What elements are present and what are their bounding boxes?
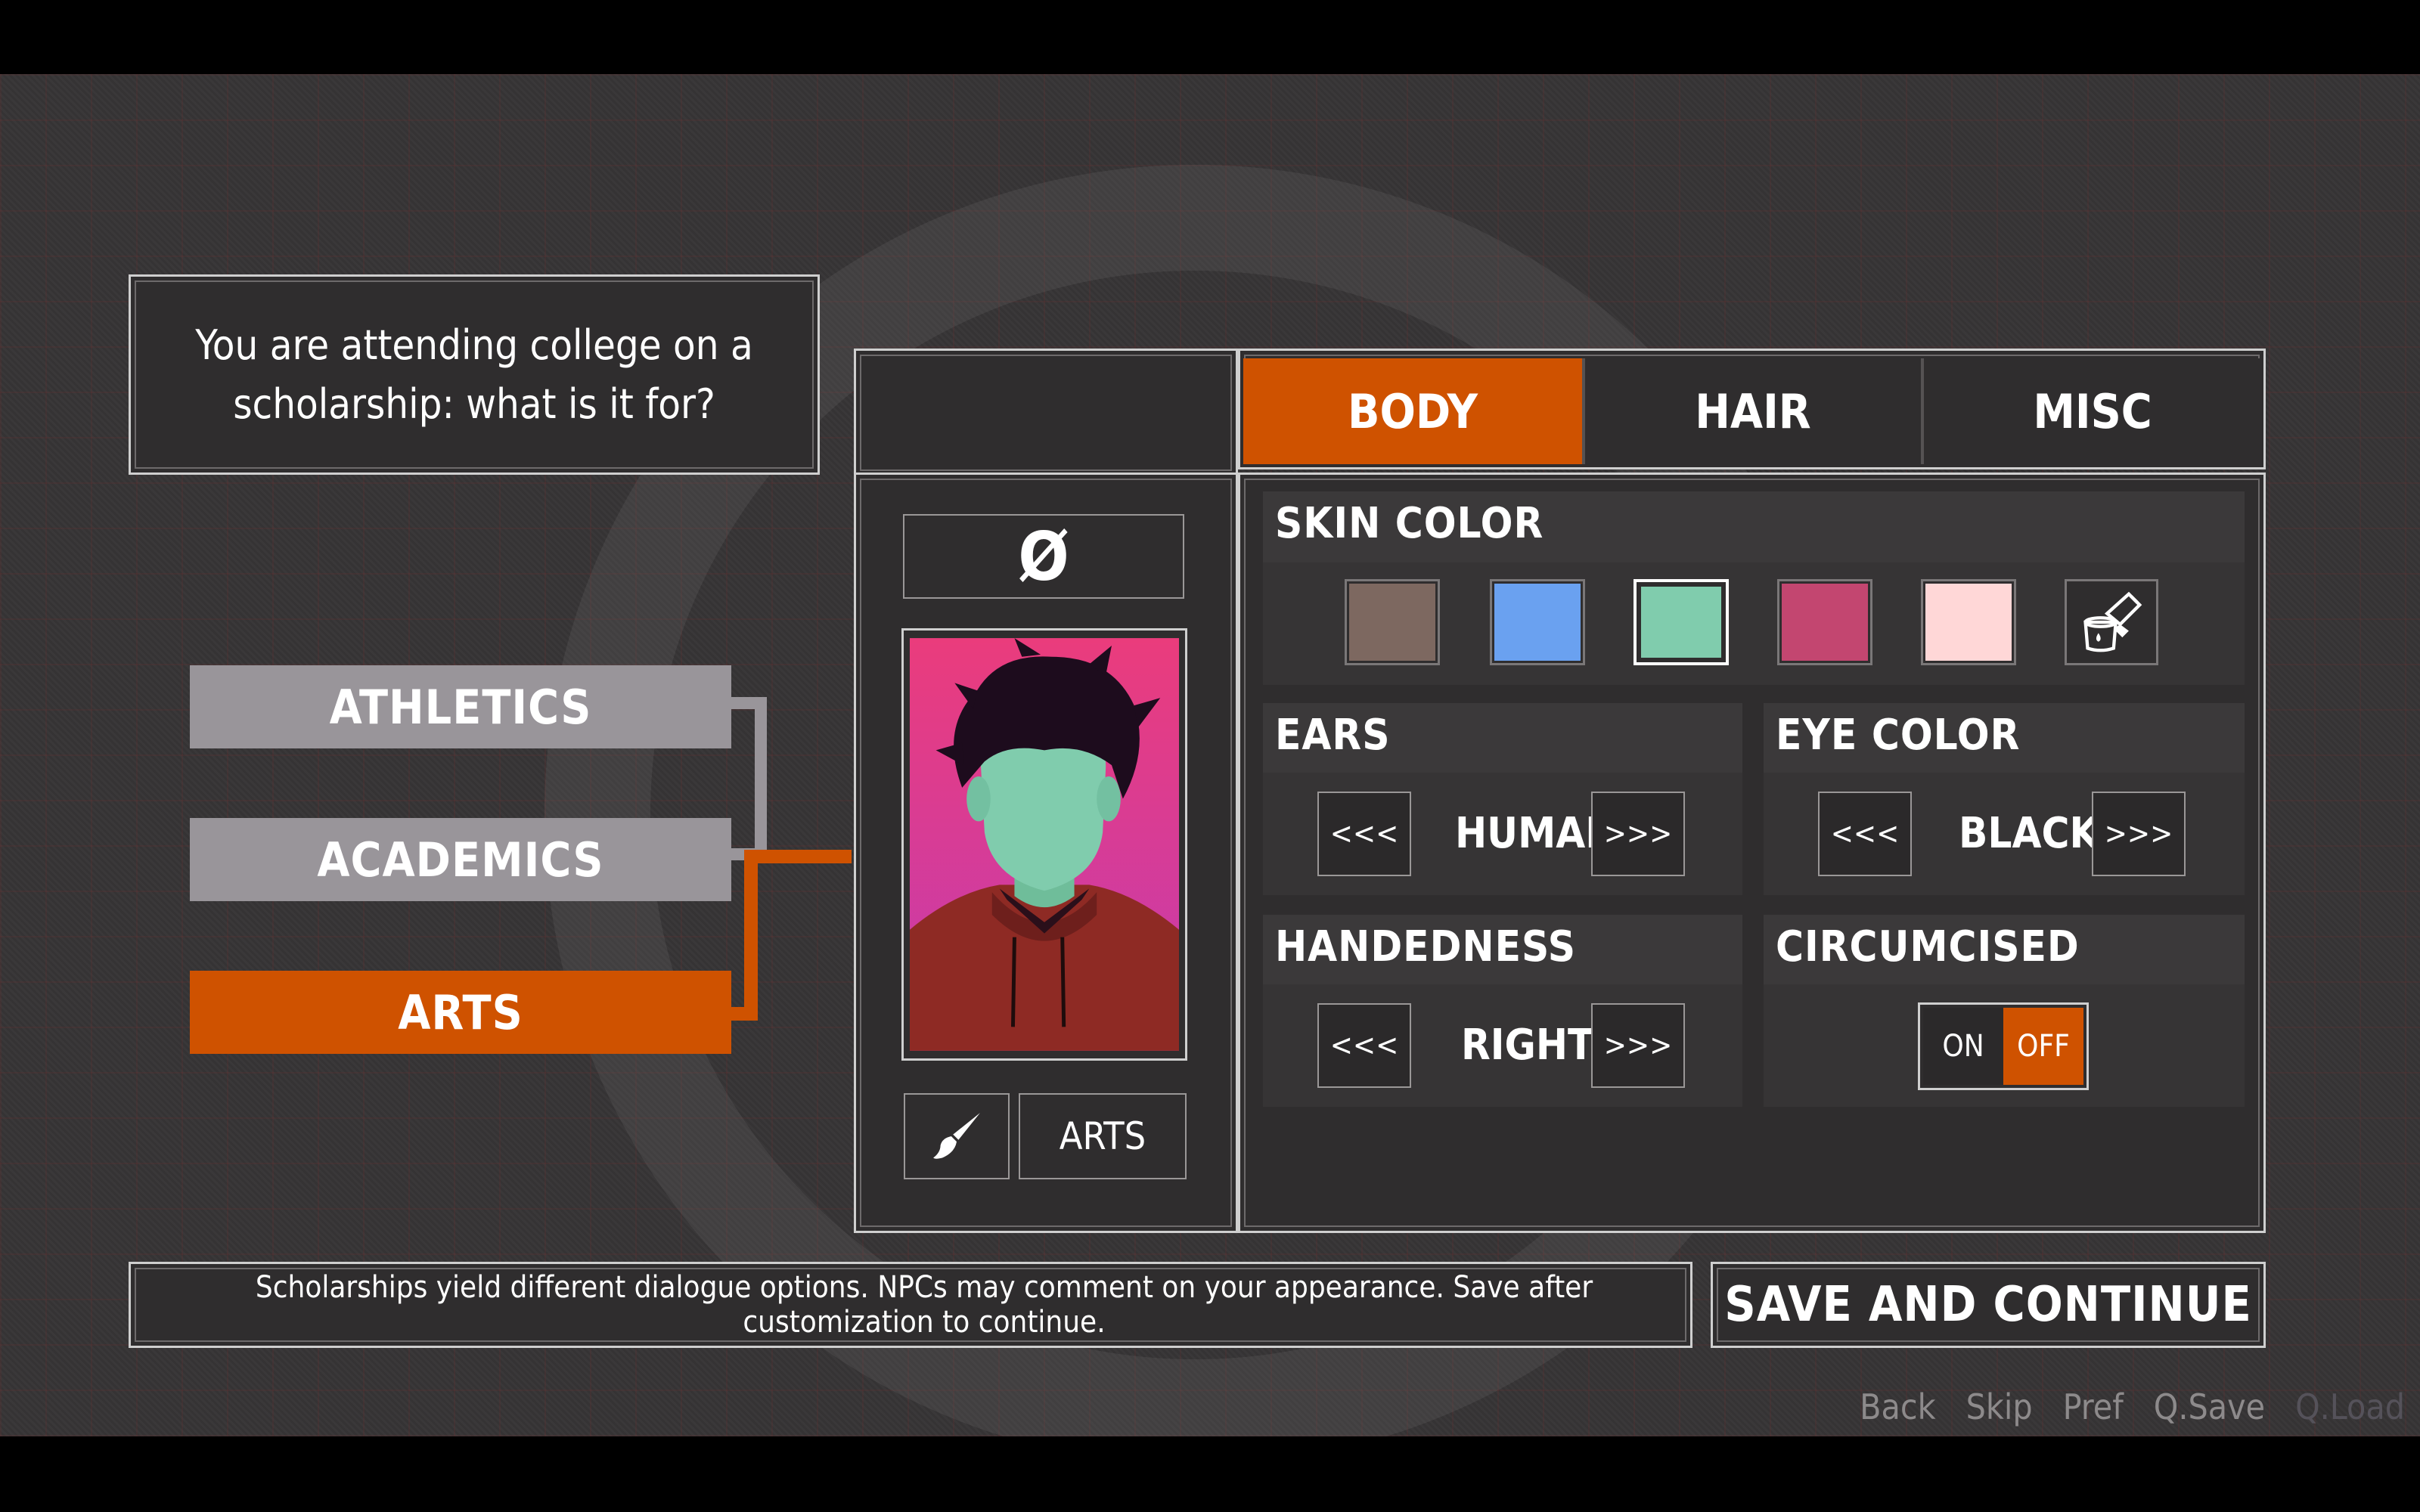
character-avatar-image: [910, 638, 1179, 1051]
connector-line-active: [744, 850, 852, 863]
choice-label: ACADEMICS: [317, 832, 604, 888]
tab-label: MISC: [2033, 383, 2152, 439]
scholarship-tag-label: ARTS: [1059, 1114, 1146, 1158]
skin-swatch-magenta[interactable]: [1777, 579, 1872, 665]
quick-menu-qload[interactable]: Q.Load: [2295, 1387, 2405, 1427]
quick-menu-skip[interactable]: Skip: [1966, 1387, 2033, 1427]
prev-arrow-label: <<<: [1830, 816, 1900, 851]
character-portrait: [901, 628, 1187, 1061]
tab-body[interactable]: BODY: [1243, 358, 1582, 464]
quick-menu-pref[interactable]: Pref: [2063, 1387, 2124, 1427]
null-symbol: Ø: [1018, 517, 1069, 596]
custom-color-button[interactable]: [2065, 579, 2158, 665]
choice-arts[interactable]: ARTS: [190, 971, 731, 1054]
circumcised-toggle[interactable]: ON OFF: [1918, 1002, 2089, 1090]
paint-bucket-icon: [2083, 591, 2142, 652]
eye-color-prev-button[interactable]: <<<: [1818, 792, 1912, 876]
skin-swatch-green[interactable]: [1634, 579, 1729, 665]
prev-arrow-label: <<<: [1329, 816, 1399, 851]
handedness-prev-button[interactable]: <<<: [1317, 1003, 1411, 1088]
scholarship-tag: ARTS: [1019, 1093, 1187, 1179]
choice-academics[interactable]: ACADEMICS: [190, 818, 731, 901]
skin-swatch-blue[interactable]: [1490, 579, 1585, 665]
save-button-label: SAVE AND CONTINUE: [1724, 1277, 2252, 1333]
tab-label: HAIR: [1695, 383, 1811, 439]
section-title: HANDEDNESS: [1275, 922, 1577, 971]
toggle-off[interactable]: OFF: [2003, 1008, 2083, 1085]
connector-line-active: [744, 850, 758, 1021]
next-arrow-label: >>>: [2104, 816, 2173, 851]
connector-line: [755, 697, 767, 859]
tab-label: BODY: [1347, 383, 1478, 439]
ears-next-button[interactable]: >>>: [1591, 792, 1685, 876]
skin-swatch-brown[interactable]: [1345, 579, 1440, 665]
paintbrush-button[interactable]: [904, 1093, 1010, 1179]
section-title: SKIN COLOR: [1275, 499, 1544, 548]
section-title: CIRCUMCISED: [1776, 922, 2080, 971]
tab-misc[interactable]: MISC: [1924, 358, 2261, 464]
hint-text: Scholarships yield different dialogue op…: [255, 1270, 1593, 1340]
tab-hair[interactable]: HAIR: [1585, 358, 1921, 464]
choice-label: ATHLETICS: [329, 679, 592, 735]
save-and-continue-button[interactable]: SAVE AND CONTINUE: [1711, 1262, 2266, 1348]
handedness-value: RIGHT: [1461, 1021, 1594, 1070]
handedness-next-button[interactable]: >>>: [1591, 1003, 1685, 1088]
preview-header: [854, 349, 1238, 477]
quick-menu-back[interactable]: Back: [1860, 1387, 1935, 1427]
choice-athletics[interactable]: ATHLETICS: [190, 665, 731, 748]
section-title: EYE COLOR: [1776, 711, 2021, 760]
eye-color-next-button[interactable]: >>>: [2092, 792, 2186, 876]
prev-arrow-label: <<<: [1329, 1028, 1399, 1063]
quick-menu: Back Skip Pref Q.Save Q.Load: [1829, 1387, 2405, 1427]
section-title: EARS: [1275, 711, 1391, 760]
connector-line-active: [731, 1007, 758, 1021]
ears-prev-button[interactable]: <<<: [1317, 792, 1411, 876]
paintbrush-icon: [933, 1113, 980, 1159]
toggle-on[interactable]: ON: [1923, 1008, 2003, 1085]
question-text: You are attending college on a scholarsh…: [195, 321, 753, 428]
hint-box: Scholarships yield different dialogue op…: [129, 1262, 1692, 1348]
choice-label: ARTS: [398, 984, 523, 1040]
next-arrow-label: >>>: [1603, 816, 1673, 851]
next-arrow-label: >>>: [1603, 1028, 1673, 1063]
eye-color-value: BLACK: [1959, 809, 2099, 858]
question-box: You are attending college on a scholarsh…: [129, 274, 820, 475]
quick-menu-qsave[interactable]: Q.Save: [2154, 1387, 2265, 1427]
skin-swatch-pink[interactable]: [1921, 579, 2016, 665]
null-button[interactable]: Ø: [903, 514, 1184, 599]
